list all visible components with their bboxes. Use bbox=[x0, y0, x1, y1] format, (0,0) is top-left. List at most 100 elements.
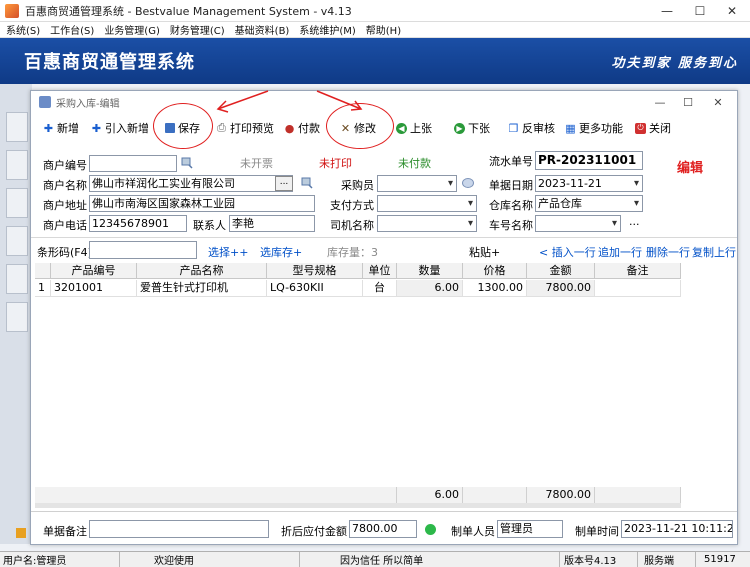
eraser-icon[interactable] bbox=[462, 178, 474, 188]
warehouse-label: 仓库名称 bbox=[489, 199, 533, 212]
coins-icon: ● bbox=[284, 121, 295, 135]
phone-label: 商户电话 bbox=[43, 219, 87, 232]
maker-label: 制单人员 bbox=[451, 525, 495, 538]
window-icon bbox=[39, 96, 51, 108]
status-ok-icon bbox=[425, 524, 436, 535]
menu-system[interactable]: 系统(S) bbox=[6, 22, 40, 37]
next-button[interactable]: ▶ 下张 bbox=[450, 117, 494, 139]
pay-button[interactable]: ● 付款 bbox=[280, 117, 324, 139]
select-link[interactable]: 选择++ bbox=[208, 244, 248, 260]
pay-method-select[interactable] bbox=[377, 195, 477, 212]
merchant-code-input[interactable] bbox=[89, 155, 177, 172]
serial-label: 流水单号 bbox=[489, 155, 533, 168]
nav-button[interactable] bbox=[6, 188, 28, 218]
menu-business[interactable]: 业务管理(G) bbox=[104, 22, 160, 37]
phone-input[interactable]: 12345678901 bbox=[89, 215, 187, 232]
serial-number-field: PR-202311001 bbox=[535, 151, 643, 170]
close-icon[interactable]: ✕ bbox=[712, 0, 750, 22]
pay-status: 未付款 bbox=[398, 157, 431, 170]
paste-button[interactable]: 粘贴+ bbox=[469, 244, 500, 260]
menu-finance[interactable]: 财务管理(C) bbox=[170, 22, 225, 37]
status-version: 版本号4.13 bbox=[560, 551, 638, 567]
previous-button[interactable]: ◀ 上张 bbox=[392, 117, 436, 139]
status-welcome: 欢迎使用 bbox=[120, 551, 300, 567]
invoice-status: 未开票 bbox=[240, 157, 273, 170]
plus-icon: ✚ bbox=[91, 121, 102, 135]
edit-mode-label: 编辑 bbox=[677, 161, 704, 176]
search-icon[interactable] bbox=[301, 177, 313, 189]
pay-method-label: 支付方式 bbox=[330, 199, 374, 212]
status-bar: 用户名:管理员 欢迎使用 因为信任 所以简单 版本号4.13 服务端 51917 bbox=[0, 551, 750, 567]
address-input[interactable]: 佛山市南海区国家森林工业园 bbox=[89, 195, 315, 212]
horizontal-scrollbar[interactable] bbox=[35, 503, 681, 508]
note-input[interactable] bbox=[89, 520, 269, 538]
buyer-select[interactable] bbox=[377, 175, 457, 192]
status-service: 服务端 bbox=[638, 551, 696, 567]
app-title: 百惠商贸通管理系统 - Bestvalue Management System … bbox=[25, 4, 352, 18]
barcode-input[interactable] bbox=[89, 241, 197, 259]
select-stock-link[interactable]: 选库存+ bbox=[260, 244, 302, 260]
arrow-left-icon: ◀ bbox=[396, 122, 407, 134]
window-close-icon[interactable]: ✕ bbox=[705, 91, 731, 113]
delete-row-button[interactable]: 删除一行 bbox=[646, 244, 690, 260]
window-title: 采购入库-编辑 bbox=[56, 98, 120, 110]
window-minimize-icon[interactable]: — bbox=[647, 91, 673, 113]
plus-icon: ✚ bbox=[43, 121, 54, 135]
discount-label: 折后应付金额 bbox=[281, 525, 347, 538]
contact-input[interactable]: 李艳 bbox=[229, 215, 315, 232]
print-preview-button[interactable]: ⎙ 打印预览 bbox=[212, 117, 278, 139]
warehouse-select[interactable]: 产品仓库 bbox=[535, 195, 643, 212]
table-header-qty: 数量 bbox=[397, 263, 463, 279]
nav-button[interactable] bbox=[6, 150, 28, 180]
date-picker[interactable]: 2023-11-21 bbox=[535, 175, 643, 192]
append-row-button[interactable]: 追加一行 bbox=[598, 244, 642, 260]
search-icon[interactable] bbox=[181, 157, 193, 169]
stock-quantity: 库存量：3 bbox=[327, 246, 378, 259]
nav-button[interactable] bbox=[6, 226, 28, 256]
browse-plate-button[interactable]: ... bbox=[629, 215, 640, 228]
status-code: 51917 bbox=[704, 554, 736, 565]
nav-button[interactable] bbox=[6, 264, 28, 294]
app-banner: 百惠商贸通管理系统 功夫到家 服务到心 bbox=[0, 38, 750, 84]
insert-row-button[interactable]: < 插入一行 bbox=[539, 244, 596, 260]
menu-basic-data[interactable]: 基础资料(B) bbox=[235, 22, 290, 37]
driver-select[interactable] bbox=[377, 215, 477, 232]
printer-icon: ⎙ bbox=[217, 121, 226, 134]
import-new-button[interactable]: ✚ 引入新增 bbox=[87, 117, 153, 139]
unaudit-button[interactable]: ❐ 反审核 bbox=[504, 117, 559, 139]
app-titlebar: 百惠商贸通管理系统 - Bestvalue Management System … bbox=[0, 0, 750, 22]
menu-workbench[interactable]: 工作台(S) bbox=[50, 22, 94, 37]
browse-merchant-button[interactable]: ... bbox=[275, 176, 293, 191]
nav-button[interactable] bbox=[6, 302, 28, 332]
annotation-arrow-right bbox=[316, 90, 363, 111]
menu-maintenance[interactable]: 系统维护(M) bbox=[299, 22, 355, 37]
address-label: 商户地址 bbox=[43, 199, 87, 212]
close-window-button[interactable]: ⏻ 关闭 bbox=[631, 117, 675, 139]
banner-slogan: 功夫到家 服务到心 bbox=[611, 56, 738, 71]
table-header-code: 产品编号 bbox=[51, 263, 137, 279]
arrow-right-icon: ▶ bbox=[454, 122, 465, 134]
divider bbox=[31, 511, 737, 512]
plate-label: 车号名称 bbox=[489, 219, 533, 232]
copy-row-button[interactable]: 复制上行 bbox=[692, 244, 736, 260]
annotation-circle-save bbox=[153, 103, 213, 149]
note-label: 单据备注 bbox=[43, 525, 87, 538]
merchant-name-input[interactable]: 佛山市祥润化工实业有限公司 bbox=[89, 175, 293, 192]
barcode-label: 条形码(F4) bbox=[37, 246, 92, 259]
grid-icon: ▦ bbox=[565, 121, 576, 135]
close-square-icon: ⏻ bbox=[635, 122, 646, 134]
menu-help[interactable]: 帮助(H) bbox=[366, 22, 401, 37]
table-header-index bbox=[35, 263, 51, 279]
plate-select[interactable] bbox=[535, 215, 621, 232]
contact-label: 联系人 bbox=[193, 219, 226, 232]
annotation-arrow-left bbox=[216, 90, 269, 113]
new-button[interactable]: ✚ 新增 bbox=[39, 117, 83, 139]
more-functions-button[interactable]: ▦ 更多功能 bbox=[561, 117, 627, 139]
window-maximize-icon[interactable]: ☐ bbox=[675, 91, 701, 113]
nav-button[interactable] bbox=[6, 112, 28, 142]
buyer-label: 采购员 bbox=[341, 179, 374, 192]
merchant-code-label: 商户编号 bbox=[43, 159, 87, 172]
time-label: 制单时间 bbox=[575, 525, 619, 538]
table-header-spec: 型号规格 bbox=[267, 263, 363, 279]
total-qty: 6.00 bbox=[397, 487, 463, 503]
